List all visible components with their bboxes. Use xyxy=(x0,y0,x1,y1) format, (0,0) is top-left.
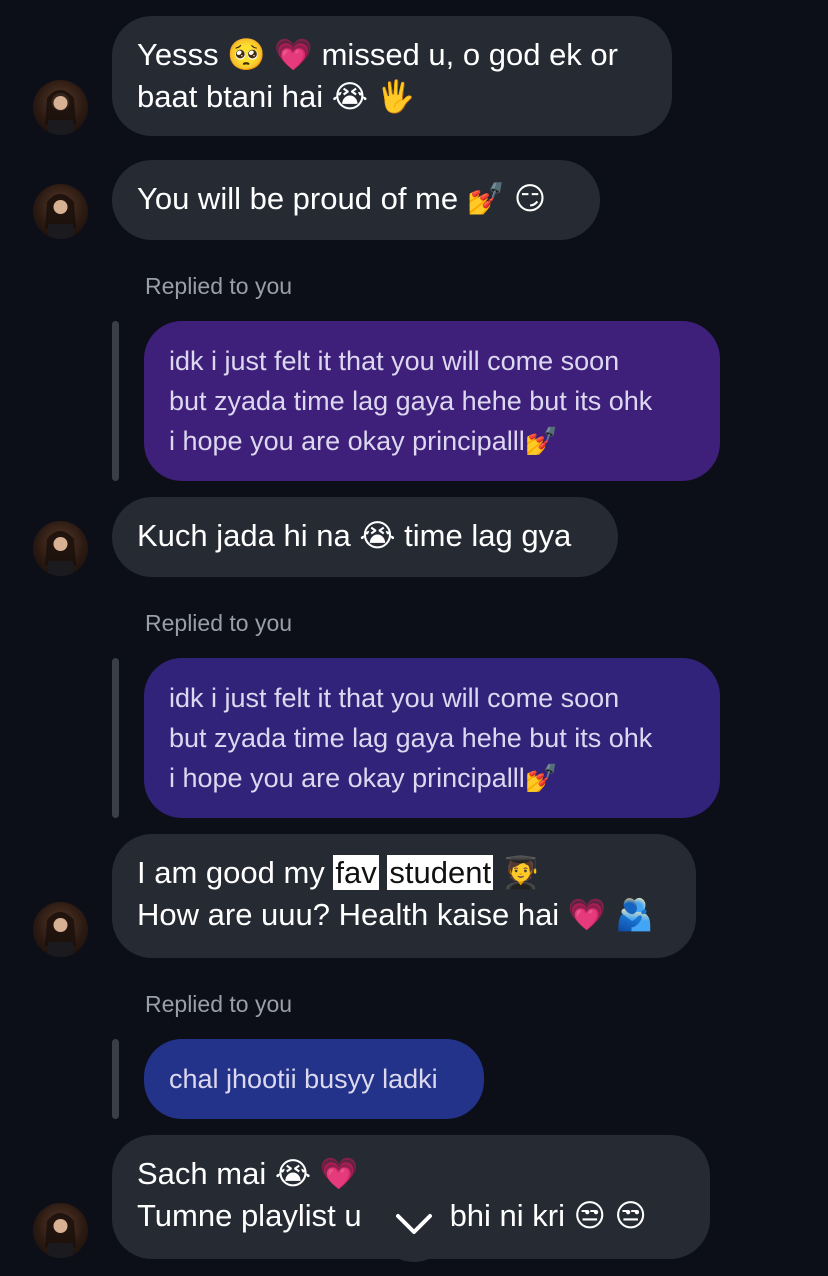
avatar[interactable] xyxy=(33,80,88,135)
reply-indicator-bar xyxy=(112,658,119,818)
avatar[interactable] xyxy=(33,184,88,239)
reply-text: i hope you are okay principalll💅 xyxy=(169,763,559,793)
replied-message-bubble[interactable]: chal jhootii busyy ladki xyxy=(144,1039,484,1119)
message-text: Yesss 🥺 💗 missed u, o god ek or xyxy=(137,37,618,72)
highlighted-word: fav xyxy=(333,855,379,890)
message-text-line: I am good my fav student 🧑‍🎓 xyxy=(137,852,671,894)
reply-text: but zyada time lag gaya hehe but its ohk xyxy=(169,723,653,753)
chat-screen: Yesss 🥺 💗 missed u, o god ek or baat bta… xyxy=(0,0,828,1276)
replied-to-you-label: Replied to you xyxy=(145,991,293,1017)
replied-message-bubble[interactable]: idk i just felt it that you will come so… xyxy=(144,321,720,481)
replied-to-you-label: Replied to you xyxy=(145,610,293,636)
message-bubble[interactable]: Yesss 🥺 💗 missed u, o god ek or baat bta… xyxy=(112,16,672,136)
message-text: How are uuu? Health kaise hai 💗 🫂 xyxy=(137,897,654,932)
reply-text: but zyada time lag gaya hehe but its ohk xyxy=(169,386,653,416)
replied-message-bubble[interactable]: idk i just felt it that you will come so… xyxy=(144,658,720,818)
highlighted-word: student xyxy=(387,855,494,890)
reply-text: idk i just felt it that you will come so… xyxy=(169,683,620,713)
message-bubble[interactable]: I am good my fav student 🧑‍🎓 How are uuu… xyxy=(112,834,696,958)
message-bubble[interactable]: You will be proud of me 💅 😏 xyxy=(112,160,600,240)
message-text: Kuch jada hi na 😭 time lag gya xyxy=(137,518,572,553)
scroll-to-bottom-button[interactable] xyxy=(376,1186,452,1262)
reply-text: idk i just felt it that you will come so… xyxy=(169,346,620,376)
reply-text: i hope you are okay principalll💅 xyxy=(169,426,559,456)
message-text: baat btani hai 😭 🖐 xyxy=(137,79,416,114)
reply-text: chal jhootii busyy ladki xyxy=(169,1064,438,1094)
avatar[interactable] xyxy=(33,902,88,957)
replied-to-you-label: Replied to you xyxy=(145,273,293,299)
reply-indicator-bar xyxy=(112,1039,119,1119)
message-text: 🧑‍🎓 xyxy=(493,855,541,890)
message-text: I am good my xyxy=(137,855,334,890)
message-text: bhi ni kri 😒 😒 xyxy=(449,1198,647,1233)
avatar[interactable] xyxy=(33,1203,88,1258)
message-bubble[interactable]: Kuch jada hi na 😭 time lag gya xyxy=(112,497,618,577)
avatar[interactable] xyxy=(33,521,88,576)
message-text: You will be proud of me 💅 😏 xyxy=(137,181,547,216)
chevron-down-icon xyxy=(396,1214,432,1234)
reply-indicator-bar xyxy=(112,321,119,481)
message-text: Tumne playlist u xyxy=(137,1198,362,1233)
